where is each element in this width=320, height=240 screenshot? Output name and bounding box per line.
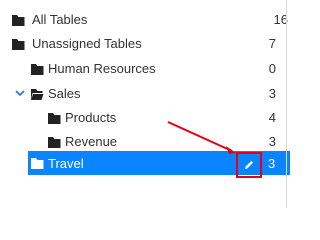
tree-item-count: 3 bbox=[268, 86, 276, 101]
folder-icon bbox=[31, 158, 44, 169]
tree-item-label: Human Resources bbox=[48, 61, 156, 76]
tree-item-count: 3 bbox=[268, 156, 276, 171]
folder-open-icon bbox=[31, 89, 44, 100]
scrollbar-divider bbox=[286, 0, 287, 208]
tree-item-sales[interactable]: Sales 3 bbox=[0, 82, 300, 106]
folder-icon bbox=[12, 39, 25, 50]
tree-item-label: Products bbox=[65, 110, 117, 125]
tree-item-all-tables[interactable]: All Tables 16 bbox=[0, 8, 300, 32]
pencil-icon bbox=[245, 161, 253, 169]
tree-item-unassigned-tables[interactable]: Unassigned Tables 7 bbox=[0, 32, 300, 56]
tree-item-human-resources[interactable]: Human Resources 0 bbox=[0, 57, 300, 81]
folder-icon bbox=[48, 137, 61, 148]
tree-item-label: All Tables bbox=[32, 12, 88, 27]
tree-item-count: 0 bbox=[268, 61, 276, 76]
tree-item-label: Revenue bbox=[65, 134, 118, 149]
tree-item-count: 4 bbox=[268, 110, 276, 125]
folder-icon bbox=[12, 15, 25, 26]
tree-item-count: 3 bbox=[268, 134, 276, 149]
folder-tree: All Tables 16 Unassigned Tables 7 Human … bbox=[0, 0, 300, 208]
folder-icon bbox=[31, 64, 44, 75]
tree-item-label: Travel bbox=[48, 156, 84, 171]
tree-item-count: 7 bbox=[268, 36, 276, 51]
edit-button[interactable] bbox=[236, 152, 262, 178]
tree-item-products[interactable]: Products 4 bbox=[0, 106, 300, 130]
tree-item-label: Unassigned Tables bbox=[32, 36, 142, 51]
folder-icon bbox=[48, 113, 61, 124]
chevron-down-icon[interactable] bbox=[14, 87, 26, 99]
tree-item-label: Sales bbox=[48, 86, 81, 101]
